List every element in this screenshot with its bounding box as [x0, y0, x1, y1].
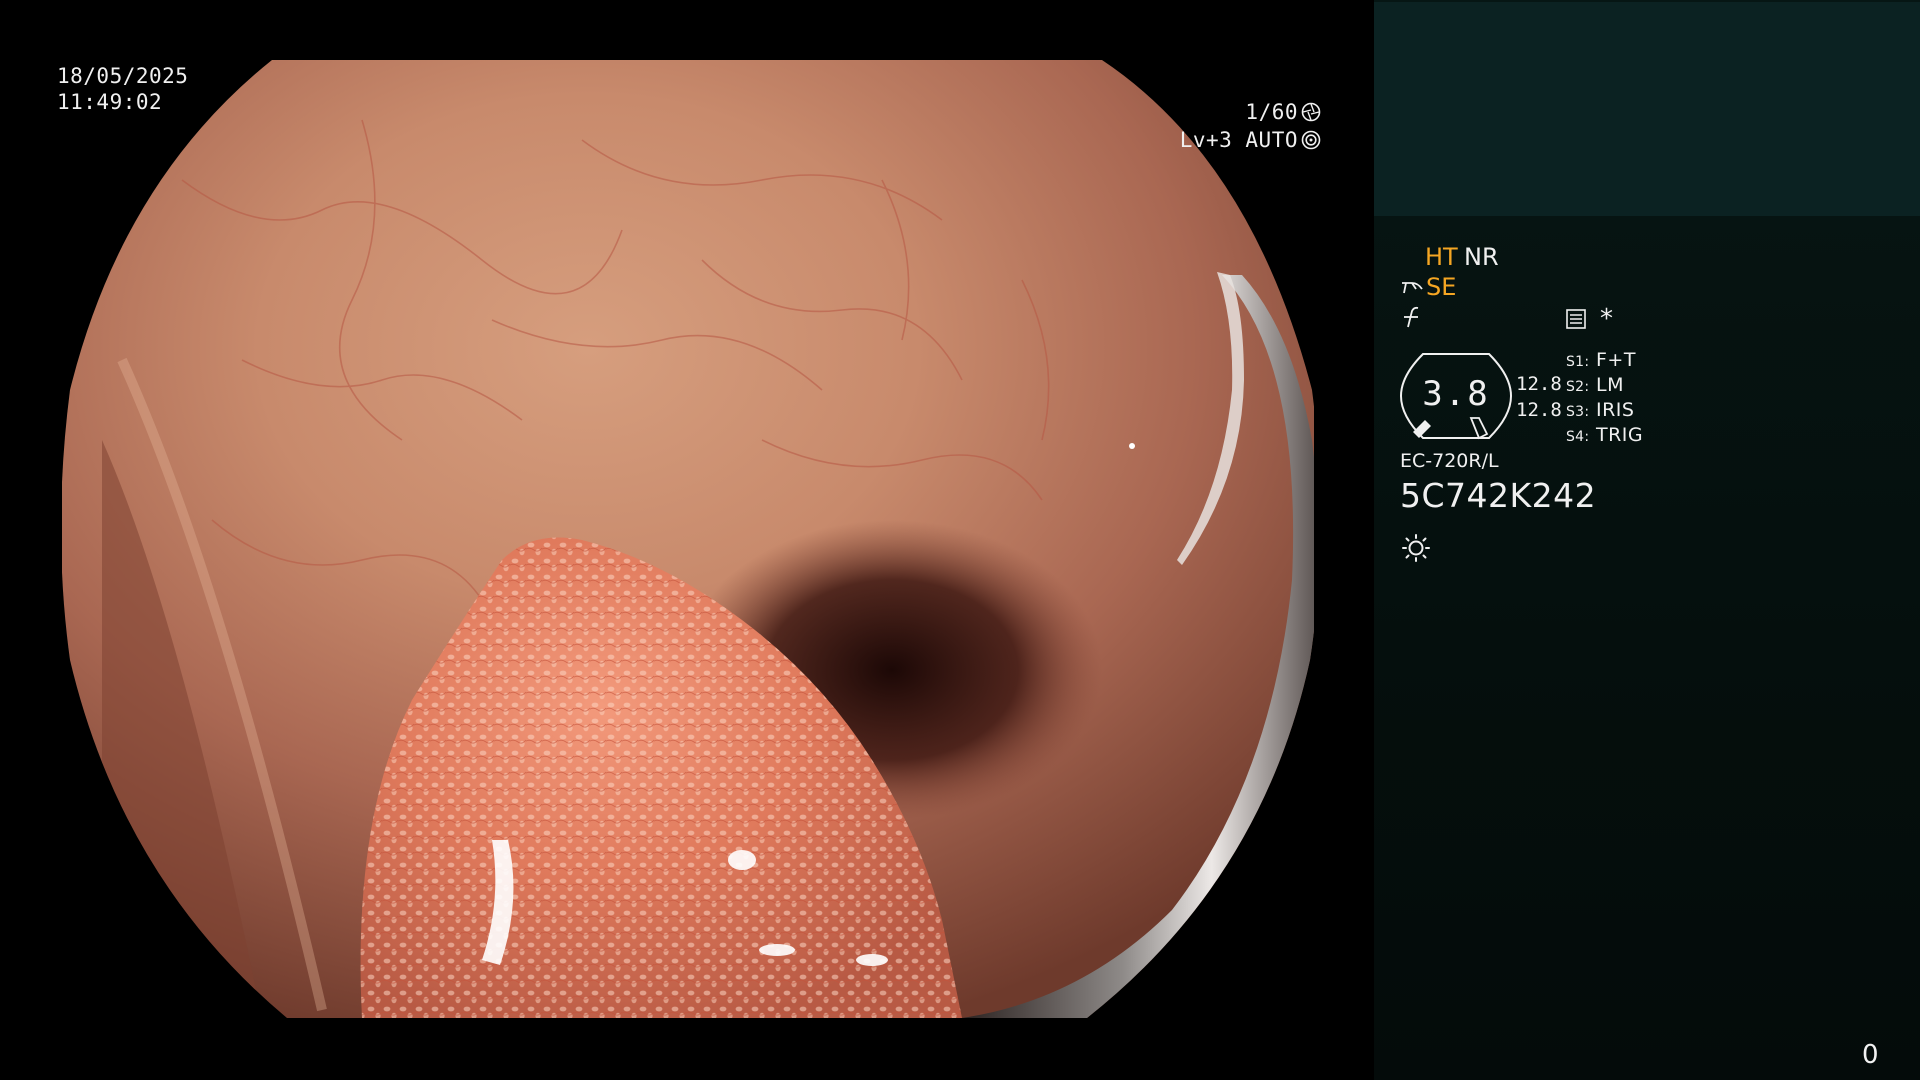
settings-panel-icon — [1566, 309, 1586, 329]
switch-value: TRIG — [1596, 424, 1644, 446]
gain-value-1: 12.8 — [1516, 373, 1562, 395]
switch-value: IRIS — [1596, 399, 1635, 421]
iris-icon — [1301, 130, 1321, 150]
switch-row: S4: TRIG — [1566, 423, 1643, 448]
switch-value: F+T — [1596, 349, 1636, 371]
switch-key: S4: — [1566, 429, 1590, 445]
switch-key: S3: — [1566, 404, 1590, 420]
zoom-value: 3.8 — [1422, 374, 1490, 414]
switch-key: S1: — [1566, 354, 1590, 370]
endoscopic-image — [62, 60, 1314, 1018]
sun-light-icon — [1402, 534, 1430, 562]
date-text: 18/05/2025 — [57, 64, 189, 88]
time-text: 11:49:02 — [57, 90, 163, 114]
scope-tip-icon — [1402, 282, 1423, 294]
endoscope-video-area: 18/05/2025 11:49:02 1/60 Lv+3 AUTO — [0, 0, 1374, 1080]
level-row: Lv+3 AUTO — [1180, 126, 1321, 154]
endoscopy-monitor: 18/05/2025 11:49:02 1/60 Lv+3 AUTO HT NR… — [0, 0, 1920, 1080]
switch-row: S3: IRIS — [1566, 398, 1643, 423]
filter-icon — [1404, 306, 1419, 328]
ht-mode-label: HT — [1425, 243, 1458, 271]
scope-switch-list: S1: F+T S2: LM S3: IRIS S4: TRIG — [1566, 348, 1643, 448]
aperture-icon — [1301, 102, 1321, 122]
shutter-speed-text: 1/60 — [1245, 100, 1298, 124]
switch-row: S1: F+T — [1566, 348, 1643, 373]
switch-value: LM — [1596, 374, 1624, 396]
patient-info-block — [1374, 2, 1920, 216]
nr-mode-label: NR — [1464, 243, 1499, 271]
asterisk-marker: * — [1600, 304, 1613, 334]
brightness-level-text: Lv+3 AUTO — [1179, 128, 1298, 152]
exposure-overlay: 1/60 Lv+3 AUTO — [1180, 98, 1321, 154]
image-counter: 0 — [1862, 1040, 1879, 1070]
datetime-overlay: 18/05/2025 11:49:02 — [57, 63, 188, 115]
scope-serial: 5C742K242 — [1400, 476, 1597, 515]
switch-row: S2: LM — [1566, 373, 1643, 398]
se-mode-label: SE — [1426, 273, 1457, 301]
scope-model: EC-720R/L — [1400, 450, 1499, 472]
gain-value-2: 12.8 — [1516, 399, 1562, 421]
shutter-row: 1/60 — [1180, 98, 1321, 126]
switch-key: S2: — [1566, 379, 1590, 395]
